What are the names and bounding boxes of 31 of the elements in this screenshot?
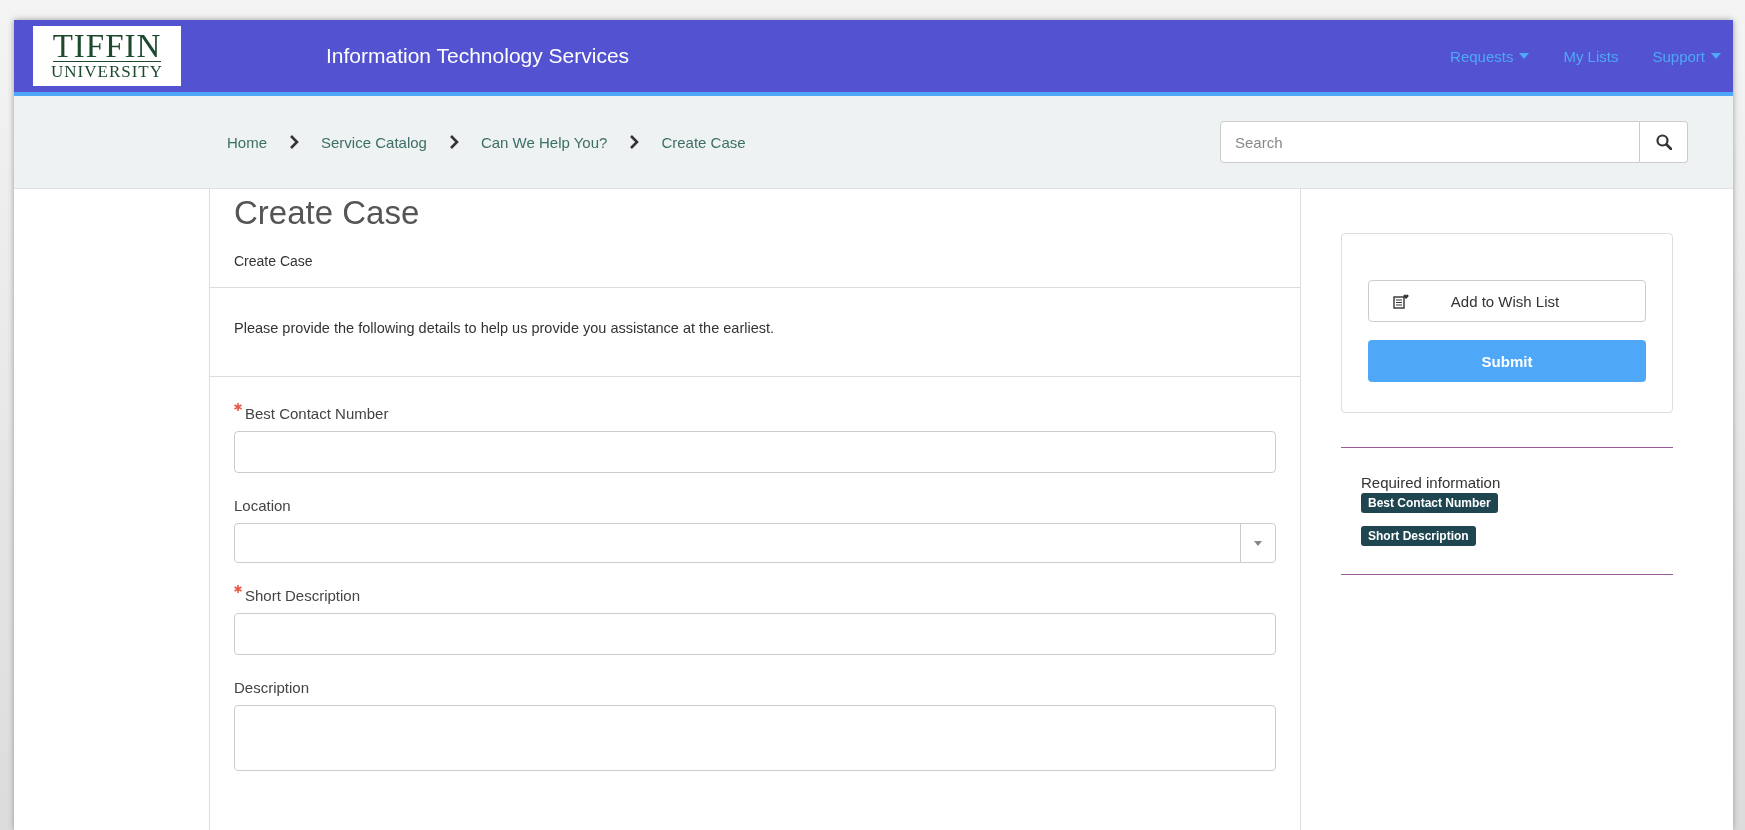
- input-field[interactable]: [234, 431, 1276, 473]
- chevron-icon: [289, 135, 299, 149]
- input-field[interactable]: [234, 613, 1276, 655]
- select-field[interactable]: [234, 523, 1276, 563]
- caret-icon: [1519, 53, 1530, 59]
- field-label: Short Description: [245, 587, 361, 604]
- search-field[interactable]: Search: [1220, 121, 1640, 163]
- breadcrumb-link[interactable]: Create Case: [661, 133, 746, 151]
- caret-icon: [1711, 53, 1721, 59]
- field-label: Location: [234, 497, 291, 514]
- intro-text: Please provide the following details to help us provide you assistance at the earliest.: [210, 288, 1300, 377]
- text-area[interactable]: [234, 705, 1276, 771]
- field-label: Best Contact Number: [245, 405, 389, 422]
- breadcrumb-link[interactable]: Home: [227, 133, 267, 151]
- caret-icon: [1254, 540, 1262, 546]
- list-heart-icon: [1393, 293, 1409, 309]
- university-logo[interactable]: TIFFIN UNIVERSITY: [33, 26, 181, 86]
- field-label: Description: [234, 679, 310, 696]
- site-title: Information Technology Services: [326, 44, 631, 68]
- chevron-icon: [629, 135, 640, 149]
- breadcrumb-link[interactable]: Service Catalog: [321, 133, 427, 151]
- page-subtitle: Create Case: [234, 253, 314, 269]
- breadcrumb-link[interactable]: Can We Help You?: [480, 133, 608, 151]
- search-icon: [1655, 134, 1672, 150]
- search-button[interactable]: [1640, 121, 1688, 163]
- wish-list-button[interactable]: Add to Wish List: [1368, 280, 1646, 322]
- required-field-tag: Short Description: [1361, 526, 1476, 546]
- required-info-title: Required information: [1361, 474, 1502, 491]
- chevron-icon: [448, 135, 459, 149]
- required-field-tag: Best Contact Number: [1361, 493, 1498, 513]
- page-title: Create Case: [234, 193, 421, 233]
